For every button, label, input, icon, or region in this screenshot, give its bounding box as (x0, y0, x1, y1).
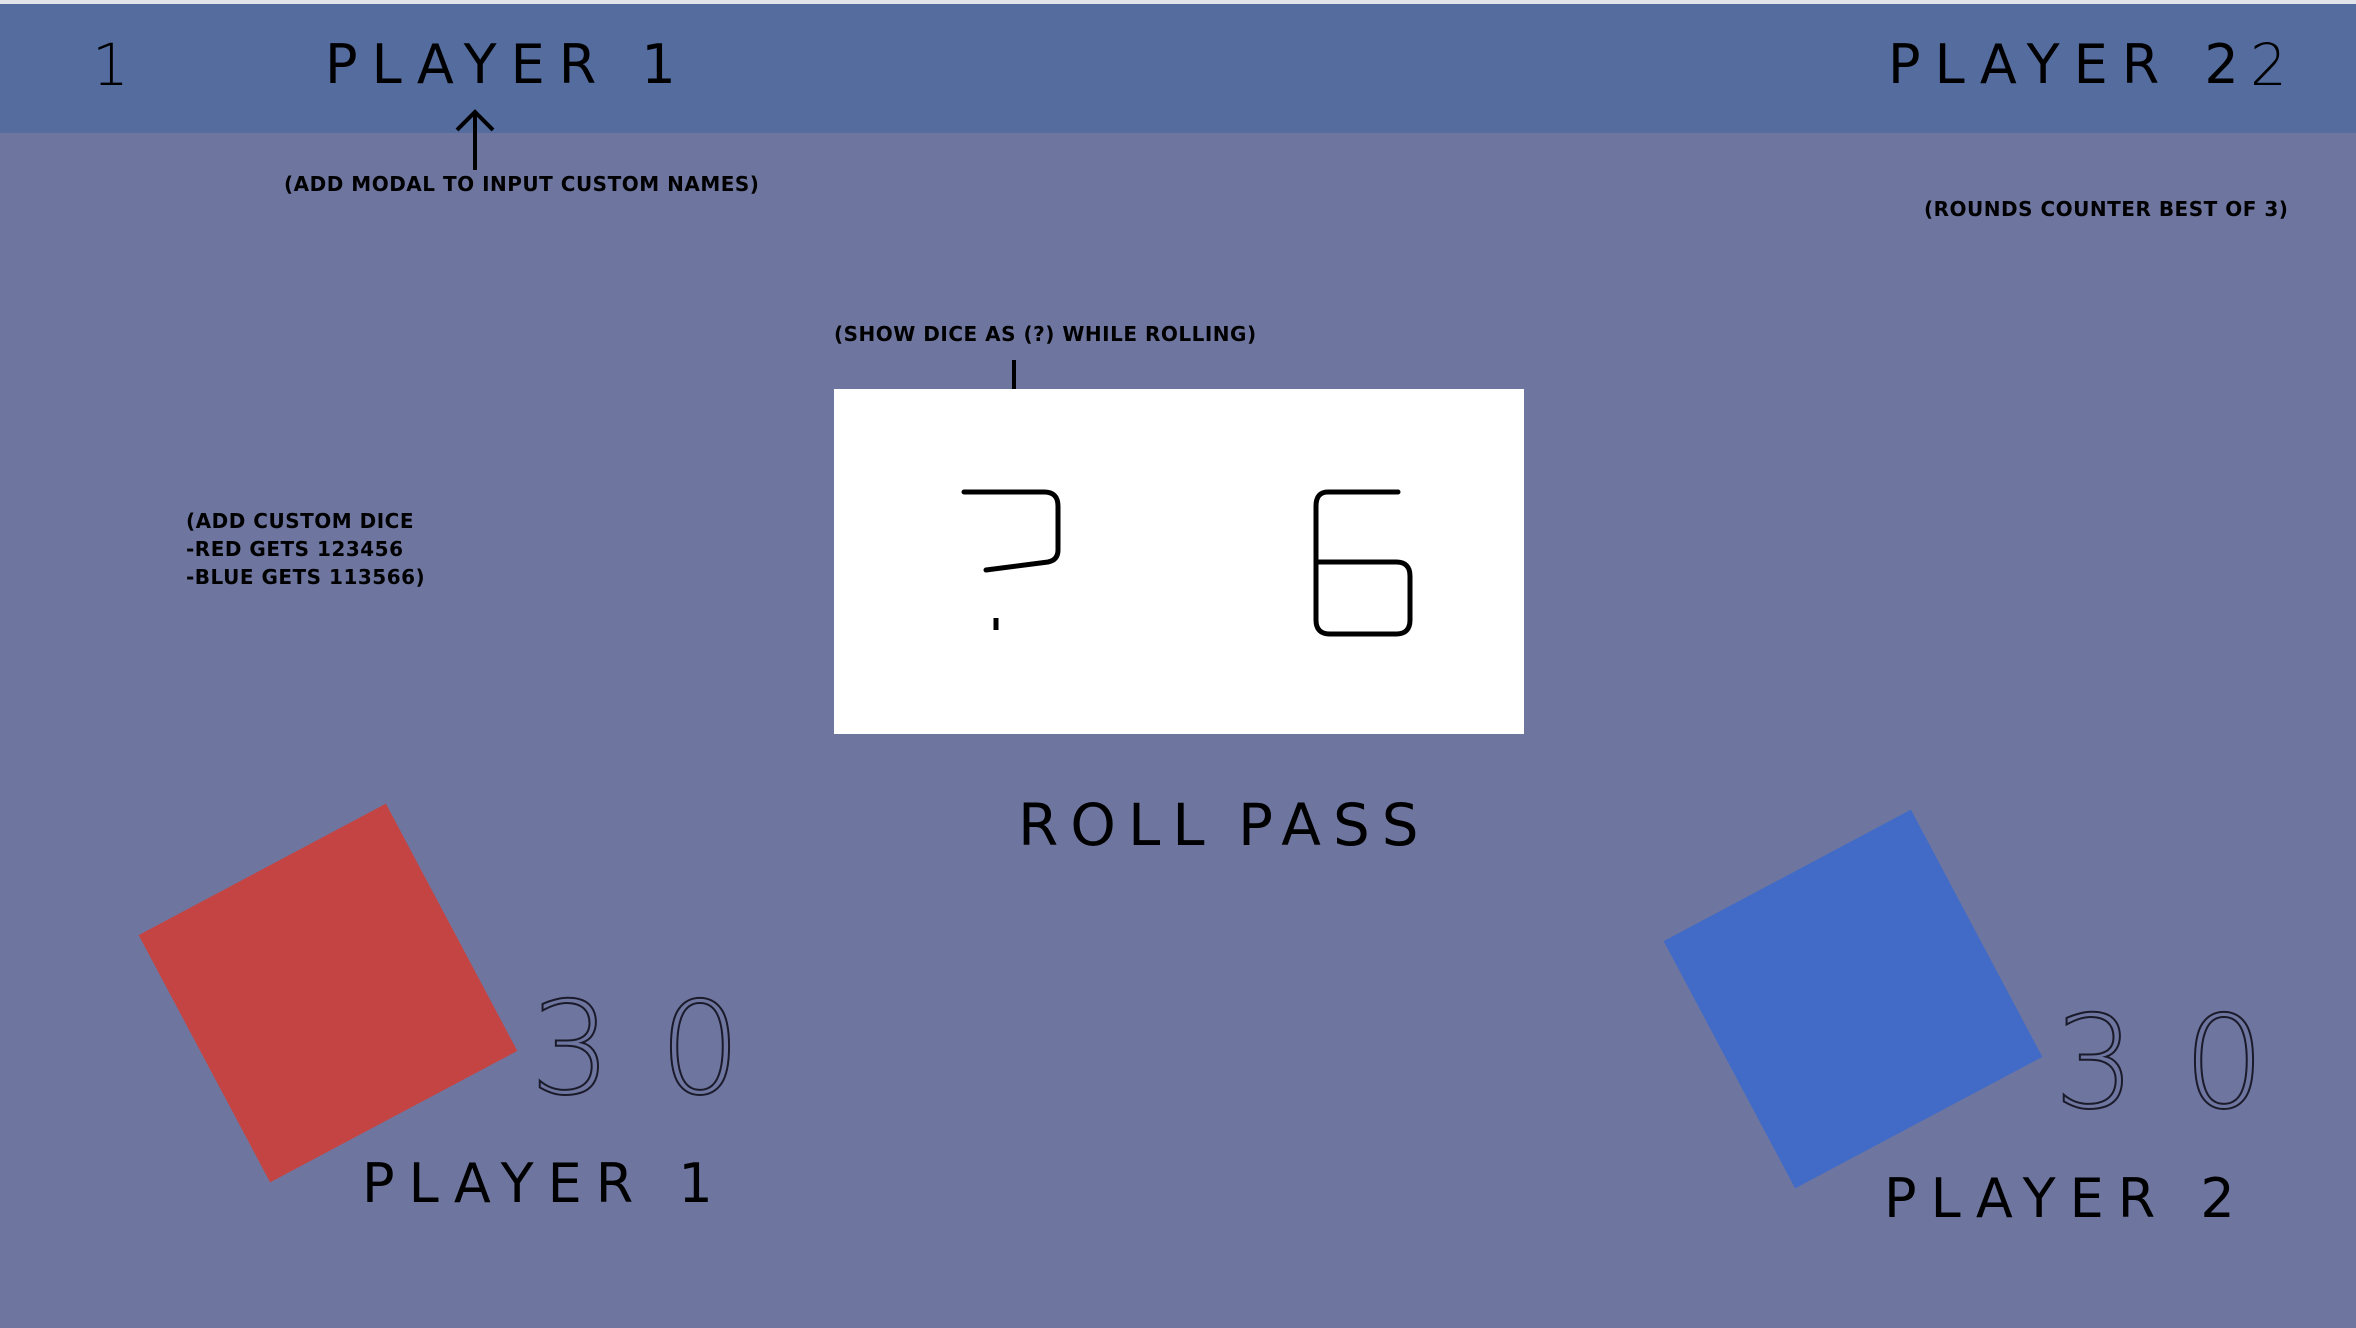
six-glyph (1313, 489, 1413, 637)
player2-rounds-won: 2 (2250, 31, 2297, 99)
roll-button[interactable]: ROLL (1018, 796, 1217, 854)
note-show-dice: (SHOW DICE AS (?) WHILE ROLLING) (834, 322, 1257, 346)
player2-score: 30 (2053, 989, 2313, 1138)
player1-label: PLAYER 1 (362, 1152, 727, 1215)
player1-square-icon (138, 803, 518, 1183)
arrow-up-icon (455, 109, 495, 170)
player2-label: PLAYER 2 (1884, 1167, 2249, 1230)
player1-rounds-won: 1 (92, 31, 139, 99)
question-mark-glyph (961, 489, 1061, 630)
player2-square-icon (1663, 809, 2043, 1189)
player2-name-header[interactable]: PLAYER 2 (1888, 38, 2253, 92)
note-rounds-counter: (ROUNDS COUNTER BEST OF 3) (1924, 197, 2289, 221)
right-die: 6 (1300, 458, 1430, 658)
player1-score: 30 (529, 975, 789, 1124)
pass-button[interactable]: PASS (1238, 796, 1431, 854)
note-custom-dice: (ADD CUSTOM DICE -RED GETS 123456 -BLUE … (186, 509, 426, 589)
left-die: ? (952, 458, 1082, 658)
note-custom-names: (ADD MODAL TO INPUT CUSTOM NAMES) (284, 172, 760, 196)
player1-name-header[interactable]: PLAYER 1 (325, 38, 690, 92)
